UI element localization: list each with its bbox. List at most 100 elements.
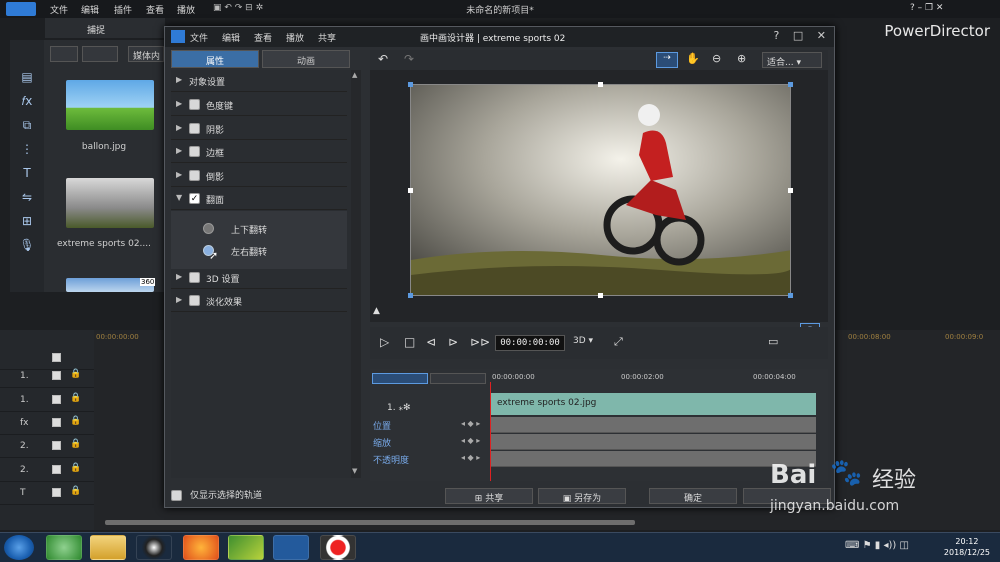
taskbar-player-icon[interactable] bbox=[228, 535, 264, 560]
tray-icons[interactable]: ⌨ ⚑ ▮ ◂)) ◫ bbox=[845, 540, 909, 551]
zoom-in-icon[interactable]: ⊕ bbox=[737, 52, 746, 65]
kf-diamond-icon[interactable]: ◂ ◆ ▸ bbox=[461, 419, 480, 428]
track-checkbox[interactable] bbox=[52, 353, 61, 362]
track-view-button[interactable] bbox=[372, 373, 428, 384]
hand-tool-icon[interactable]: ✋ bbox=[686, 52, 700, 65]
fast-forward-icon[interactable]: ⊳⊳ bbox=[470, 335, 490, 349]
kf-diamond-icon[interactable]: ◂ ◆ ▸ bbox=[461, 436, 480, 445]
flip-checkbox[interactable]: ✓ bbox=[189, 193, 200, 204]
dialog-menu-view[interactable]: 查看 bbox=[254, 31, 272, 44]
properties-scrollbar[interactable]: ▲ ▼ bbox=[351, 70, 361, 478]
redo-icon[interactable]: ↷ bbox=[404, 52, 414, 66]
save-as-button[interactable]: ▣ 另存为 bbox=[538, 488, 626, 504]
lock-icon[interactable]: 🔒 bbox=[70, 393, 81, 403]
prop-shadow[interactable]: ▶ 阴影 bbox=[171, 118, 347, 140]
tab-animation[interactable]: 动画 bbox=[262, 50, 350, 68]
resize-handle[interactable] bbox=[598, 82, 603, 87]
prop-fade[interactable]: ▶ 淡化效果 bbox=[171, 290, 347, 312]
clock[interactable]: 20:12 2018/12/25 bbox=[944, 536, 990, 558]
taskbar-firefox-icon[interactable] bbox=[183, 535, 219, 560]
prop-reflection[interactable]: ▶ 倒影 bbox=[171, 165, 347, 187]
tab-properties[interactable]: 属性 bbox=[171, 50, 259, 68]
start-button[interactable] bbox=[4, 535, 34, 560]
undo-icon[interactable]: ↶ bbox=[378, 52, 388, 66]
lock-icon[interactable]: 🔒 bbox=[70, 369, 81, 379]
dialog-menu-edit[interactable]: 编辑 bbox=[222, 31, 240, 44]
keyframe-track-position[interactable] bbox=[491, 417, 816, 433]
share-button[interactable]: ⊞ 共享 bbox=[445, 488, 533, 504]
close-icon[interactable]: ✕ bbox=[817, 29, 826, 42]
play-icon[interactable]: ▷ bbox=[380, 335, 389, 349]
dialog-menu-file[interactable]: 文件 bbox=[190, 31, 208, 44]
dialog-menu-play[interactable]: 播放 bbox=[286, 31, 304, 44]
3d-settings-checkbox[interactable] bbox=[189, 272, 200, 283]
next-frame-icon[interactable]: ⊳ bbox=[448, 335, 458, 349]
keyframe-track-opacity[interactable] bbox=[491, 451, 816, 467]
zoom-fit-dropdown[interactable]: 适合... ▾ bbox=[762, 52, 822, 68]
fx-icon[interactable]: 𝑓x bbox=[18, 94, 36, 112]
resize-handle[interactable] bbox=[408, 293, 413, 298]
import-button[interactable] bbox=[50, 46, 78, 62]
stop-icon[interactable]: □ bbox=[404, 335, 415, 349]
taskbar-qq-icon[interactable] bbox=[136, 535, 172, 560]
taskbar-record-icon[interactable] bbox=[320, 535, 356, 560]
keyframe-view-button[interactable] bbox=[430, 373, 486, 384]
prop-flip[interactable]: ▼ ✓ 翻面 bbox=[171, 188, 347, 210]
taskbar-explorer-icon[interactable] bbox=[90, 535, 126, 560]
clip-bar[interactable]: extreme sports 02.jpg bbox=[491, 393, 816, 415]
border-checkbox[interactable] bbox=[189, 146, 200, 157]
chroma-key-checkbox[interactable] bbox=[189, 99, 200, 110]
lock-icon[interactable]: 🔒 bbox=[70, 486, 81, 496]
tab-capture[interactable]: 捕捉 bbox=[45, 18, 165, 38]
lock-icon[interactable]: 🔒 bbox=[70, 439, 81, 449]
fade-checkbox[interactable] bbox=[189, 295, 200, 306]
only-selected-track-option[interactable]: 仅显示选择的轨道 bbox=[171, 488, 262, 501]
dialog-menu-share[interactable]: 共享 bbox=[318, 31, 336, 44]
prop-border[interactable]: ▶ 边框 bbox=[171, 141, 347, 163]
playhead-marker-icon[interactable]: ▲ bbox=[373, 306, 380, 316]
pip-icon[interactable]: ⧉ bbox=[18, 118, 36, 136]
media-room-icon[interactable]: ▤ bbox=[18, 70, 36, 88]
reflection-checkbox[interactable] bbox=[189, 170, 200, 181]
thumb-ballon[interactable] bbox=[66, 80, 154, 130]
zoom-out-icon[interactable]: ⊖ bbox=[712, 52, 721, 65]
help-icon[interactable]: ? bbox=[774, 29, 780, 42]
ok-button[interactable]: 确定 bbox=[649, 488, 737, 504]
prop-chroma-key[interactable]: ▶ 色度键 bbox=[171, 94, 347, 116]
preview-image[interactable] bbox=[410, 84, 791, 296]
prop-3d-settings[interactable]: ▶ 3D 设置 bbox=[171, 267, 347, 289]
3d-mode-dropdown[interactable]: 3D ▾ bbox=[573, 336, 593, 346]
audio-mix-icon[interactable]: ⊞ bbox=[18, 214, 36, 232]
plugin-button[interactable] bbox=[82, 46, 118, 62]
timeline-scrollbar[interactable] bbox=[105, 520, 635, 525]
resize-handle[interactable] bbox=[788, 293, 793, 298]
title-icon[interactable]: T bbox=[18, 166, 36, 184]
flip-vertical-radio[interactable] bbox=[203, 223, 214, 234]
particle-icon[interactable]: ⋮ bbox=[18, 142, 36, 160]
taskbar-powerdirector-icon[interactable] bbox=[273, 535, 309, 560]
keyframe-track-scale[interactable] bbox=[491, 434, 816, 450]
transition-icon[interactable]: ⇋ bbox=[18, 190, 36, 208]
mic-icon[interactable]: 🎙 bbox=[18, 238, 36, 256]
window-controls[interactable]: ? – ❐ ✕ bbox=[910, 3, 943, 13]
thumb-extreme-sports[interactable] bbox=[66, 178, 154, 228]
resize-handle[interactable] bbox=[788, 188, 793, 193]
fullscreen-icon[interactable]: ⤢ bbox=[614, 335, 623, 349]
taskbar-browser-icon[interactable] bbox=[46, 535, 82, 560]
maximize-icon[interactable]: □ bbox=[793, 29, 803, 42]
lock-icon[interactable]: 🔒 bbox=[70, 463, 81, 473]
resize-handle[interactable] bbox=[788, 82, 793, 87]
media-content-dropdown[interactable]: 媒体内 bbox=[128, 46, 164, 62]
resize-handle[interactable] bbox=[408, 82, 413, 87]
prop-object-settings[interactable]: ▶ 对象设置 bbox=[171, 70, 347, 92]
timeline-time: 00:00:00:00 bbox=[96, 333, 139, 341]
kf-diamond-icon[interactable]: ◂ ◆ ▸ bbox=[461, 453, 480, 462]
display-icon[interactable]: ▭ bbox=[768, 335, 778, 348]
prev-frame-icon[interactable]: ⊲ bbox=[426, 335, 436, 349]
shadow-checkbox[interactable] bbox=[189, 123, 200, 134]
resize-handle[interactable] bbox=[408, 188, 413, 193]
lock-icon[interactable]: 🔒 bbox=[70, 416, 81, 426]
resize-handle[interactable] bbox=[598, 293, 603, 298]
media-panel: 媒体内 ballon.jpg extreme sports 02.... 360 bbox=[44, 40, 164, 292]
select-tool-icon[interactable]: ⇢ bbox=[656, 52, 678, 68]
